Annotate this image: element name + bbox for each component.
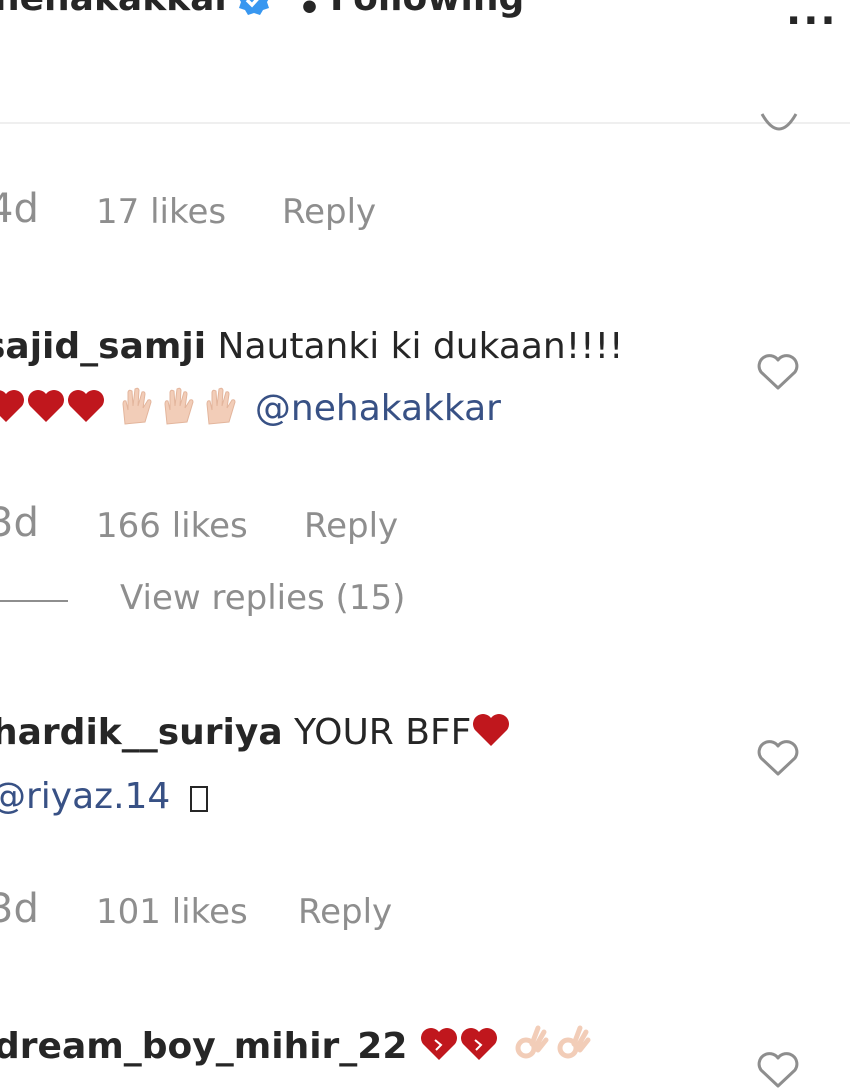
comment-text: Nautanki ki dukaan!!!! [217, 326, 624, 367]
view-replies-button[interactable]: View replies (15) [120, 578, 405, 618]
reply-button[interactable]: Reply [304, 506, 398, 546]
verified-badge-icon [239, 0, 269, 15]
post-header: nehakakkar • Following ... [0, 0, 850, 124]
mention-link[interactable]: @riyaz.14 [0, 776, 170, 817]
comment-like-count[interactable]: 101 likes [96, 892, 248, 932]
replies-divider [0, 600, 68, 602]
heart-emoji [0, 388, 117, 429]
comment-username[interactable]: dream_boy_mihir_22 [0, 1026, 407, 1067]
heart-emoji [419, 1026, 510, 1067]
header-separator: • [298, 0, 322, 29]
raised-hands-emoji [117, 387, 254, 429]
reply-button[interactable]: Reply [298, 892, 392, 932]
missing-glyph-icon [189, 786, 208, 812]
heart-outline-icon[interactable] [755, 352, 801, 392]
comment-like-count[interactable]: 166 likes [96, 506, 248, 546]
heart-outline-icon[interactable] [755, 1050, 801, 1090]
comment-username[interactable]: hardik__suriya [0, 712, 283, 753]
heart-outline-icon[interactable] [756, 110, 802, 140]
comment-username[interactable]: sajid_samji [0, 326, 206, 367]
ok-hand-emoji [510, 1025, 594, 1067]
comment-text: YOUR BFF [294, 712, 472, 753]
comment-like-count[interactable]: 17 likes [96, 192, 226, 232]
comment-timestamp: 3d [0, 886, 39, 932]
post-author-username[interactable]: nehakakkar [0, 0, 232, 19]
comment-timestamp: 4d [0, 186, 39, 232]
mention-link[interactable]: @nehakakkar [255, 388, 501, 429]
heart-emoji [473, 714, 510, 746]
comment-timestamp: 3d [0, 500, 39, 546]
follow-status-button[interactable]: Following [330, 0, 524, 19]
heart-outline-icon[interactable] [755, 738, 801, 778]
reply-button[interactable]: Reply [282, 192, 376, 232]
more-options-icon[interactable]: ... [786, 0, 838, 34]
